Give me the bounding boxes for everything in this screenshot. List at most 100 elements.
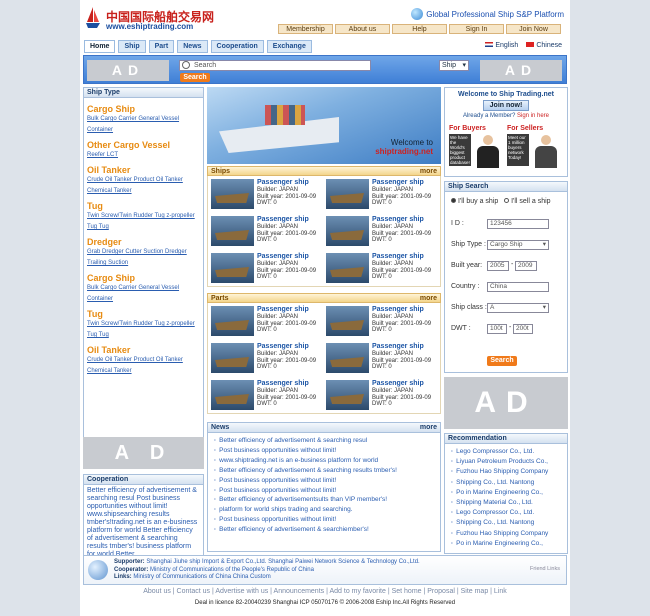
for-buyers[interactable]: For Buyers We have the World's biggest p… bbox=[449, 125, 505, 168]
category-name[interactable]: Tug bbox=[87, 309, 200, 319]
news-item[interactable]: Post business opportunities without limi… bbox=[214, 486, 434, 496]
recommendation-item[interactable]: Shipping Co., Ltd. Nantong bbox=[451, 518, 561, 528]
recommendation-item[interactable]: Lego Compressor Co., Ltd. bbox=[451, 508, 561, 518]
ships-more-link[interactable]: more bbox=[420, 167, 437, 175]
tab-exchange[interactable]: Exchange bbox=[266, 40, 312, 53]
ship-name[interactable]: Passenger ship bbox=[257, 216, 316, 224]
recommendation-item[interactable]: Shipping Material Co., Ltd. bbox=[451, 498, 561, 508]
search-category-select[interactable]: Ship ▾ bbox=[439, 60, 469, 71]
category-links[interactable]: Twin Screw/Twin Rudder Tug z-propeller T… bbox=[87, 319, 200, 341]
cooperation-text[interactable]: Better efficiency of advertisement & sea… bbox=[83, 485, 204, 561]
news-item[interactable]: Post business opportunities without limi… bbox=[214, 446, 434, 456]
english-link[interactable]: English bbox=[485, 42, 518, 49]
recommendation-item[interactable]: Fuzhou Hao Shipping Company bbox=[451, 467, 561, 477]
news-item[interactable]: Post business opportunities without limi… bbox=[214, 515, 434, 525]
built-year-from[interactable]: 2005 bbox=[487, 261, 509, 271]
about-us-link[interactable]: About us bbox=[335, 24, 390, 34]
part-name[interactable]: Passenger ship bbox=[257, 306, 316, 314]
sign-in-link[interactable]: Sign In bbox=[449, 24, 504, 34]
recommendation-item[interactable]: Lego Compressor Co., Ltd. bbox=[451, 447, 561, 457]
cooperator-value[interactable]: Ministry of Communications of the People… bbox=[150, 567, 314, 573]
ad-left-sidebar[interactable]: A D bbox=[83, 437, 204, 469]
join-now-link[interactable]: Join Now bbox=[506, 24, 561, 34]
category-links[interactable]: Reefer LCT bbox=[87, 150, 200, 161]
part-listing[interactable]: Passenger ship Builder: JAPAN Built year: … bbox=[211, 380, 322, 410]
recommendation-item[interactable]: Liyuan Petroleum Products Co., bbox=[451, 457, 561, 467]
ad-right-sidebar[interactable]: AD bbox=[444, 377, 568, 429]
ship-name[interactable]: Passenger ship bbox=[372, 253, 431, 261]
buy-radio[interactable]: I'll buy a ship bbox=[451, 198, 498, 205]
part-name[interactable]: Passenger ship bbox=[257, 343, 316, 351]
part-listing[interactable]: Passenger ship Builder: JAPAN Built year: … bbox=[211, 306, 322, 336]
for-sellers[interactable]: For Sellers Meet our 1 million buyers ne… bbox=[507, 125, 563, 168]
news-item[interactable]: Better efficiency of advertisement & sea… bbox=[214, 436, 434, 446]
tab-cooperation[interactable]: Cooperation bbox=[210, 40, 264, 53]
supporter-value[interactable]: Shanghai Jiuhe ship Import & Export Co.,… bbox=[146, 559, 419, 565]
ship-thumbnail[interactable] bbox=[326, 253, 369, 283]
part-thumbnail[interactable] bbox=[211, 380, 254, 410]
part-thumbnail[interactable] bbox=[211, 306, 254, 336]
dwt-to[interactable]: 200t bbox=[513, 324, 533, 334]
tab-home[interactable]: Home bbox=[84, 40, 116, 53]
part-thumbnail[interactable] bbox=[326, 343, 369, 373]
category-name[interactable]: Oil Tanker bbox=[87, 165, 200, 175]
part-listing[interactable]: Passenger ship Builder: JAPAN Built year: … bbox=[326, 306, 437, 336]
category-links[interactable]: Grab Dredger Cutter Suction Dredger Trai… bbox=[87, 247, 200, 269]
ship-thumbnail[interactable] bbox=[326, 179, 369, 209]
search-input[interactable]: Search bbox=[179, 60, 371, 71]
news-item[interactable]: Post business opportunities without limi… bbox=[214, 476, 434, 486]
news-item[interactable]: www.shiptrading.net is an e-business pla… bbox=[214, 456, 434, 466]
ship-listing[interactable]: Passenger ship Builder: JAPAN Built year: … bbox=[211, 216, 322, 246]
ship-listing[interactable]: Passenger ship Builder: JAPAN Built year: … bbox=[326, 253, 437, 283]
country-field[interactable]: China bbox=[487, 282, 549, 292]
news-item[interactable]: platform for world ships trading and sea… bbox=[214, 505, 434, 515]
help-link[interactable]: Help bbox=[392, 24, 447, 34]
ship-name[interactable]: Passenger ship bbox=[372, 179, 431, 187]
ship-search-button[interactable]: Search bbox=[487, 356, 517, 366]
part-name[interactable]: Passenger ship bbox=[372, 380, 431, 388]
ship-listing[interactable]: Passenger ship Builder: JAPAN Built year: … bbox=[211, 253, 322, 283]
site-logo[interactable]: 中国国际船舶交易网 www.eshiptrading.com bbox=[84, 5, 254, 33]
category-links[interactable]: Crude Oil Tanker Product Oil Tanker Chem… bbox=[87, 175, 200, 197]
bottom-links[interactable]: About us | Contact us | Advertise with u… bbox=[80, 588, 570, 595]
ship-thumbnail[interactable] bbox=[211, 253, 254, 283]
tab-ship[interactable]: Ship bbox=[118, 40, 146, 53]
tab-news[interactable]: News bbox=[177, 40, 208, 53]
part-thumbnail[interactable] bbox=[326, 380, 369, 410]
links-value[interactable]: Ministry of Communications of China Chin… bbox=[133, 574, 270, 580]
part-thumbnail[interactable] bbox=[211, 343, 254, 373]
membership-link[interactable]: Membership bbox=[278, 24, 333, 34]
ship-listing[interactable]: Passenger ship Builder: JAPAN Built year: … bbox=[326, 179, 437, 209]
category-name[interactable]: Oil Tanker bbox=[87, 345, 200, 355]
news-item[interactable]: Better efficiency of advertisement & sea… bbox=[214, 466, 434, 476]
part-name[interactable]: Passenger ship bbox=[257, 380, 316, 388]
hero-banner[interactable]: Welcome to shiptrading.net bbox=[207, 87, 441, 164]
ad-banner-right[interactable]: AD bbox=[480, 60, 562, 81]
category-name[interactable]: Cargo Ship bbox=[87, 104, 200, 114]
ship-type-select[interactable]: Cargo Ship ▾ bbox=[487, 240, 549, 250]
sell-radio[interactable]: I'll sell a ship bbox=[504, 198, 551, 205]
category-links[interactable]: Bulk Cargo Carrier General Vessel Contai… bbox=[87, 283, 200, 305]
ship-class-select[interactable]: A ▾ bbox=[487, 303, 549, 313]
join-now-button[interactable]: Join now! bbox=[483, 100, 529, 111]
ship-thumbnail[interactable] bbox=[326, 216, 369, 246]
friend-links[interactable]: Friend Links bbox=[530, 566, 560, 572]
dwt-from[interactable]: 100t bbox=[487, 324, 507, 334]
parts-more-link[interactable]: more bbox=[420, 294, 437, 302]
category-name[interactable]: Dredger bbox=[87, 237, 200, 247]
ship-name[interactable]: Passenger ship bbox=[257, 179, 316, 187]
category-name[interactable]: Tug bbox=[87, 201, 200, 211]
recommendation-item[interactable]: Shipping Co., Ltd. Nantong bbox=[451, 478, 561, 488]
category-links[interactable]: Bulk Cargo Carrier General Vessel Contai… bbox=[87, 114, 200, 136]
category-name[interactable]: Cargo Ship bbox=[87, 273, 200, 283]
part-listing[interactable]: Passenger ship Builder: JAPAN Built year: … bbox=[326, 343, 437, 373]
ship-name[interactable]: Passenger ship bbox=[257, 253, 316, 261]
recommendation-item[interactable]: Fuzhou Hao Shipping Company bbox=[451, 529, 561, 539]
news-more-link[interactable]: more bbox=[420, 423, 437, 432]
chinese-link[interactable]: Chinese bbox=[526, 42, 562, 49]
search-button[interactable]: Search bbox=[180, 73, 210, 82]
ship-thumbnail[interactable] bbox=[211, 216, 254, 246]
part-thumbnail[interactable] bbox=[326, 306, 369, 336]
category-links[interactable]: Crude Oil Tanker Product Oil Tanker Chem… bbox=[87, 355, 200, 377]
ship-listing[interactable]: Passenger ship Builder: JAPAN Built year: … bbox=[211, 179, 322, 209]
